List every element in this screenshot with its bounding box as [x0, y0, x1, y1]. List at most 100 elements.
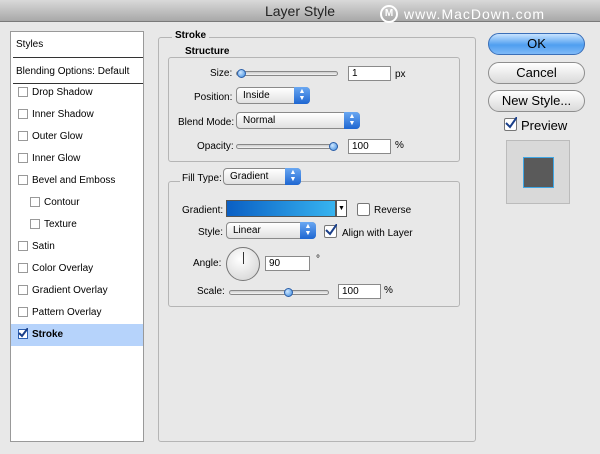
- checkmark-icon: [18, 328, 28, 338]
- fill-type-select[interactable]: Gradient ▲ ▼: [223, 168, 301, 185]
- sidebar-item-label: Color Overlay: [32, 263, 94, 274]
- sidebar-item-label: Bevel and Emboss: [32, 175, 116, 186]
- scale-label: Scale:: [197, 286, 225, 297]
- new-style-button[interactable]: New Style...: [488, 90, 585, 112]
- sidebar-item-label: Contour: [44, 197, 80, 208]
- ok-button[interactable]: OK: [488, 33, 585, 55]
- opacity-slider[interactable]: [236, 144, 338, 149]
- sidebar-item-stroke[interactable]: Stroke: [11, 324, 143, 346]
- blending-options-label: Blending Options: Default: [16, 66, 130, 77]
- opacity-slider-knob[interactable]: [329, 142, 338, 151]
- sidebar-item-label: Inner Shadow: [32, 109, 94, 120]
- cancel-button[interactable]: Cancel: [488, 62, 585, 84]
- sidebar-item-drop-shadow[interactable]: Drop Shadow: [11, 82, 143, 104]
- reverse-label: Reverse: [374, 205, 412, 216]
- gradient-overlay-checkbox[interactable]: [18, 285, 28, 295]
- size-slider-knob[interactable]: [236, 69, 246, 78]
- sidebar-item-outer-glow[interactable]: Outer Glow: [11, 126, 143, 148]
- satin-checkbox[interactable]: [18, 241, 28, 251]
- watermark: M www.MacDown.com: [380, 5, 595, 23]
- opacity-label: Opacity:: [197, 141, 234, 152]
- divider: [13, 57, 143, 58]
- scale-slider-knob[interactable]: [283, 288, 293, 297]
- sidebar-item-inner-shadow[interactable]: Inner Shadow: [11, 104, 143, 126]
- styles-header-label: Styles: [16, 39, 44, 50]
- sidebar-item-bevel-emboss[interactable]: Bevel and Emboss: [11, 170, 143, 192]
- scale-field[interactable]: 100: [338, 284, 381, 299]
- gradient-picker[interactable]: [226, 200, 336, 217]
- fill-type-label: Fill Type:: [180, 173, 224, 184]
- sidebar-item-color-overlay[interactable]: Color Overlay: [11, 258, 143, 280]
- opacity-field[interactable]: 100: [348, 139, 391, 154]
- angle-label: Angle:: [193, 258, 222, 269]
- preview-checkbox[interactable]: [504, 117, 517, 131]
- style-value: Linear: [233, 225, 261, 236]
- gradient-label: Gradient:: [182, 205, 224, 216]
- sidebar-item-gradient-overlay[interactable]: Gradient Overlay: [11, 280, 143, 302]
- sidebar-item-satin[interactable]: Satin: [11, 236, 143, 258]
- sidebar-item-inner-glow[interactable]: Inner Glow: [11, 148, 143, 170]
- angle-dial-needle: [243, 252, 244, 264]
- inner-glow-checkbox[interactable]: [18, 153, 28, 163]
- blend-mode-select[interactable]: Normal ▲ ▼: [236, 112, 360, 129]
- bevel-emboss-checkbox[interactable]: [18, 175, 28, 185]
- sidebar-item-label: Gradient Overlay: [32, 285, 108, 296]
- watermark-logo-icon: M: [380, 5, 398, 23]
- sidebar-item-label: Pattern Overlay: [32, 307, 102, 318]
- sidebar-item-texture[interactable]: Texture: [11, 214, 143, 236]
- gradient-dropdown-icon[interactable]: ▼: [336, 200, 347, 217]
- inner-shadow-checkbox[interactable]: [18, 109, 28, 119]
- align-with-layer-label: Align with Layer: [342, 228, 413, 239]
- color-overlay-checkbox[interactable]: [18, 263, 28, 273]
- structure-heading: Structure: [182, 46, 233, 57]
- sidebar-item-contour[interactable]: Contour: [11, 192, 143, 214]
- stroke-heading: Stroke: [172, 30, 210, 41]
- outer-glow-checkbox[interactable]: [18, 131, 28, 141]
- angle-field[interactable]: 90: [265, 256, 310, 271]
- watermark-text: www.MacDown.com: [404, 6, 546, 22]
- drop-shadow-checkbox[interactable]: [18, 87, 28, 97]
- styles-list: Styles Blending Options: Default Drop Sh…: [10, 31, 144, 442]
- sidebar-item-label: Drop Shadow: [32, 87, 93, 98]
- style-select[interactable]: Linear ▲ ▼: [226, 222, 316, 239]
- preview-thumbnail: [506, 140, 570, 204]
- position-value: Inside: [243, 90, 270, 101]
- texture-checkbox[interactable]: [30, 219, 40, 229]
- align-with-layer-checkbox[interactable]: [324, 224, 337, 238]
- blend-mode-value: Normal: [243, 115, 276, 126]
- preview-swatch: [523, 157, 554, 188]
- sidebar-item-label: Outer Glow: [32, 131, 83, 142]
- pattern-overlay-checkbox[interactable]: [18, 307, 28, 317]
- sidebar-item-label: Stroke: [32, 329, 64, 340]
- sidebar-item-pattern-overlay[interactable]: Pattern Overlay: [11, 302, 143, 324]
- position-select[interactable]: Inside ▲ ▼: [236, 87, 310, 104]
- updown-arrows-icon: ▲ ▼: [300, 222, 316, 239]
- styles-header[interactable]: Styles: [11, 34, 143, 56]
- reverse-checkbox[interactable]: [357, 203, 370, 216]
- sidebar-item-label: Texture: [44, 219, 77, 230]
- size-label: Size:: [210, 68, 233, 79]
- opacity-unit: %: [395, 140, 404, 151]
- sidebar-item-label: Inner Glow: [32, 153, 81, 164]
- size-slider[interactable]: [236, 71, 338, 76]
- updown-arrows-icon: ▲ ▼: [294, 87, 310, 104]
- updown-arrows-icon: ▲ ▼: [285, 168, 301, 185]
- scale-slider[interactable]: [229, 290, 329, 295]
- preview-label: Preview: [521, 118, 568, 133]
- contour-checkbox[interactable]: [30, 197, 40, 207]
- updown-arrows-icon: ▲ ▼: [344, 112, 360, 129]
- size-field[interactable]: 1: [348, 66, 391, 81]
- position-label: Position:: [194, 92, 233, 103]
- stroke-checkbox[interactable]: [18, 328, 28, 339]
- style-label: Style:: [198, 227, 224, 238]
- checkmark-icon: [325, 224, 337, 236]
- scale-unit: %: [384, 285, 393, 296]
- blending-options[interactable]: Blending Options: Default: [11, 61, 143, 83]
- checkmark-icon: [505, 117, 517, 129]
- sidebar-item-label: Satin: [32, 241, 55, 252]
- fill-type-value: Gradient: [230, 171, 269, 182]
- angle-dial[interactable]: [226, 247, 260, 281]
- angle-unit: °: [316, 254, 320, 265]
- size-unit: px: [395, 69, 406, 80]
- blend-mode-label: Blend Mode:: [178, 117, 235, 128]
